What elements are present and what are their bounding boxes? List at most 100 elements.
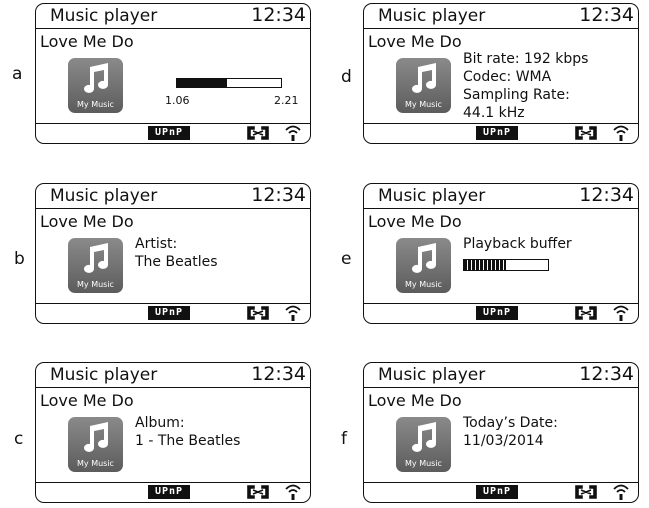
upnp-icon: UPnP xyxy=(476,485,518,499)
info-text: Album: 1 - The Beatles xyxy=(135,414,240,450)
screen-letter-f: f xyxy=(341,429,347,449)
song-title: Love Me Do xyxy=(40,212,134,231)
info-line: Bit rate: 192 kbps xyxy=(463,51,589,67)
wifi-icon xyxy=(612,483,630,501)
music-note-icon xyxy=(84,63,108,93)
icon-label: My Music xyxy=(405,100,442,109)
info-line: Artist: xyxy=(135,236,178,252)
header-bar: Music player 12:34 xyxy=(36,4,310,29)
info-line: Codec: WMA xyxy=(463,69,552,85)
upnp-icon: UPnP xyxy=(148,485,190,499)
icon-label: My Music xyxy=(405,280,442,289)
wifi-icon xyxy=(284,304,302,322)
clock: 12:34 xyxy=(251,4,306,26)
header-bar: Music player 12:34 xyxy=(364,184,638,209)
screen-d: Music player 12:34 Love Me Do My Music Bit r… xyxy=(363,3,639,144)
icon-label: My Music xyxy=(77,459,114,468)
icon-label: My Music xyxy=(77,280,114,289)
screen-title: Music player xyxy=(50,365,158,385)
music-note-icon xyxy=(412,63,436,93)
clock: 12:34 xyxy=(579,363,634,385)
header-bar: Music player 12:34 xyxy=(364,363,638,388)
status-bar: UPnP xyxy=(364,123,638,143)
total-time: 2.21 xyxy=(274,94,299,107)
my-music-icon: My Music xyxy=(396,238,451,293)
screen-title: Music player xyxy=(378,6,486,26)
info-line: 44.1 kHz xyxy=(463,105,525,121)
song-title: Love Me Do xyxy=(368,212,462,231)
music-note-icon xyxy=(84,422,108,452)
buffer-bar xyxy=(463,259,549,271)
info-text: Bit rate: 192 kbps Codec: WMA Sampling Rat… xyxy=(463,50,588,122)
music-note-icon xyxy=(412,243,436,273)
my-music-icon: My Music xyxy=(396,58,451,113)
screen-title: Music player xyxy=(50,6,158,26)
status-bar: UPnP xyxy=(36,123,310,143)
network-icon xyxy=(574,125,598,141)
info-line: 11/03/2014 xyxy=(463,433,544,449)
my-music-icon: My Music xyxy=(68,58,123,113)
screen-letter-d: d xyxy=(341,67,352,87)
progress-bar xyxy=(176,78,282,88)
clock: 12:34 xyxy=(579,184,634,206)
info-line: 1 - The Beatles xyxy=(135,433,241,449)
status-bar: UPnP xyxy=(364,303,638,323)
clock: 12:34 xyxy=(251,363,306,385)
clock: 12:34 xyxy=(579,4,634,26)
network-icon xyxy=(246,125,270,141)
info-text: Playback buffer xyxy=(463,235,572,253)
music-note-icon xyxy=(412,422,436,452)
song-title: Love Me Do xyxy=(368,32,462,51)
screen-title: Music player xyxy=(378,186,486,206)
screen-letter-c: c xyxy=(14,429,24,449)
screen-b: Music player 12:34 Love Me Do My Music Artis… xyxy=(35,183,311,324)
info-line: Today’s Date: xyxy=(463,415,558,431)
status-bar: UPnP xyxy=(364,482,638,502)
screen-letter-a: a xyxy=(12,64,23,84)
upnp-icon: UPnP xyxy=(148,306,190,320)
info-line: The Beatles xyxy=(135,254,218,270)
status-bar: UPnP xyxy=(36,482,310,502)
info-line: Playback buffer xyxy=(463,236,572,252)
buffer-fill xyxy=(464,260,506,270)
icon-label: My Music xyxy=(77,100,114,109)
my-music-icon: My Music xyxy=(68,238,123,293)
upnp-icon: UPnP xyxy=(148,126,190,140)
wifi-icon xyxy=(284,124,302,142)
wifi-icon xyxy=(612,304,630,322)
header-bar: Music player 12:34 xyxy=(36,363,310,388)
my-music-icon: My Music xyxy=(396,417,451,472)
upnp-icon: UPnP xyxy=(476,126,518,140)
screen-a: Music player 12:34 Love Me Do My Music 1.06 2… xyxy=(35,3,311,144)
screen-letter-b: b xyxy=(14,249,25,269)
upnp-icon: UPnP xyxy=(476,306,518,320)
wifi-icon xyxy=(284,483,302,501)
song-title: Love Me Do xyxy=(40,32,134,51)
network-icon xyxy=(246,305,270,321)
info-text: Today’s Date: 11/03/2014 xyxy=(463,414,558,450)
screen-f: Music player 12:34 Love Me Do My Music Today… xyxy=(363,362,639,503)
info-text: Artist: The Beatles xyxy=(135,235,218,271)
wifi-icon xyxy=(612,124,630,142)
icon-label: My Music xyxy=(405,459,442,468)
screen-c: Music player 12:34 Love Me Do My Music Album… xyxy=(35,362,311,503)
my-music-icon: My Music xyxy=(68,417,123,472)
song-title: Love Me Do xyxy=(40,391,134,410)
screen-letter-e: e xyxy=(341,249,352,269)
header-bar: Music player 12:34 xyxy=(36,184,310,209)
screen-title: Music player xyxy=(50,186,158,206)
info-line: Album: xyxy=(135,415,185,431)
progress-fill xyxy=(177,79,227,87)
status-bar: UPnP xyxy=(36,303,310,323)
header-bar: Music player 12:34 xyxy=(364,4,638,29)
info-line: Sampling Rate: xyxy=(463,87,570,103)
network-icon xyxy=(246,484,270,500)
network-icon xyxy=(574,484,598,500)
clock: 12:34 xyxy=(251,184,306,206)
music-note-icon xyxy=(84,243,108,273)
song-title: Love Me Do xyxy=(368,391,462,410)
screen-e: Music player 12:34 Love Me Do My Music Playb… xyxy=(363,183,639,324)
screen-title: Music player xyxy=(378,365,486,385)
network-icon xyxy=(574,305,598,321)
elapsed-time: 1.06 xyxy=(165,94,190,107)
